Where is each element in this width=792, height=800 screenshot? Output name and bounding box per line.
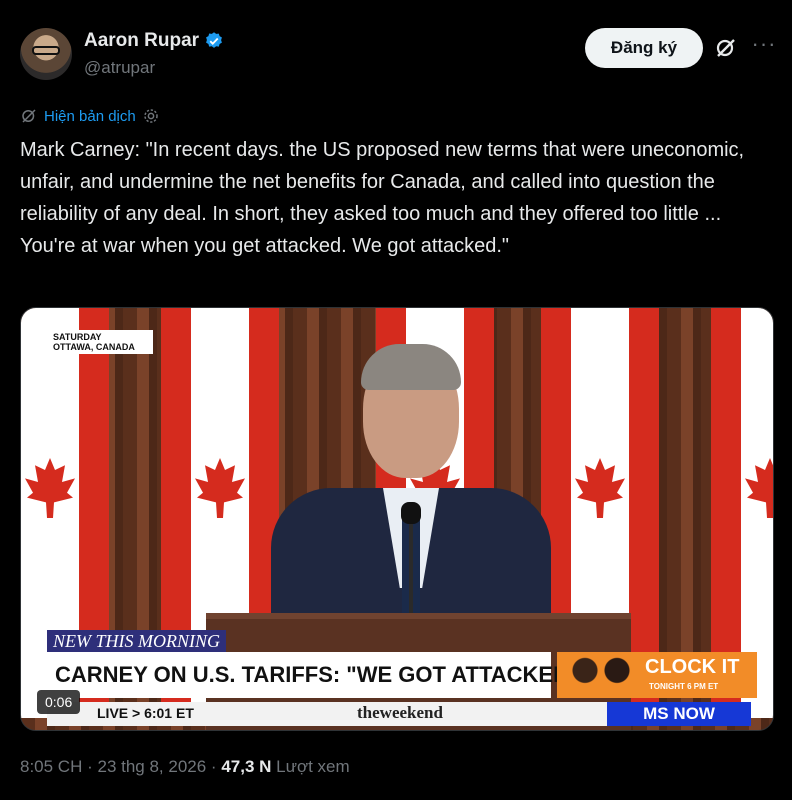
post-date[interactable]: 23 thg 8, 2026	[97, 757, 206, 776]
news-headline: CARNEY ON U.S. TARIFFS: "WE GOT ATTACKED…	[47, 652, 579, 698]
show-translation-row[interactable]: Hiện bản dịch	[20, 105, 160, 127]
live-indicator: LIVE > 6:01 ET	[97, 705, 194, 721]
promo-time: TONIGHT 6 PM ET	[649, 682, 719, 691]
more-icon[interactable]: ···	[750, 30, 778, 58]
meta-separator: ·	[82, 757, 98, 776]
promo-title: CLOCK IT	[645, 656, 740, 678]
avatar-glasses	[32, 46, 60, 55]
show-brand: theweekend	[357, 703, 443, 722]
verified-badge-icon	[206, 32, 222, 48]
promo-hosts	[561, 652, 641, 698]
grok-icon[interactable]	[714, 36, 738, 60]
location-tag: SATURDAY OTTAWA, CANADA	[49, 330, 153, 354]
new-this-morning-badge: NEW THIS MORNING	[47, 630, 226, 652]
author-handle[interactable]: @atrupar	[84, 58, 155, 78]
gear-icon[interactable]	[142, 107, 160, 125]
post-time[interactable]: 8:05 CH	[20, 757, 82, 776]
subscribe-button[interactable]: Đăng ký	[585, 28, 703, 68]
network-logo: MS NOW	[607, 702, 751, 726]
translate-grok-icon	[22, 109, 36, 123]
views-label: Lượt xem	[271, 757, 350, 776]
meta-separator: ·	[206, 757, 222, 776]
location-day: SATURDAY	[53, 332, 102, 342]
tweet-meta: 8:05 CH · 23 thg 8, 2026 · 47,3 N Lượt x…	[20, 757, 350, 777]
tweet-text: Mark Carney: "In recent days. the US pro…	[20, 139, 745, 257]
views-count: 47,3 N	[221, 757, 272, 776]
video-timecode: 0:06	[37, 690, 81, 714]
microphone-icon	[401, 502, 421, 524]
video-player[interactable]: SATURDAY OTTAWA, CANADA NEW THIS MORNING…	[20, 307, 774, 731]
show-translation-link[interactable]: Hiện bản dịch	[44, 108, 136, 125]
tweet-header: Aaron Rupar @atrupar Đăng ký ···	[20, 24, 776, 84]
avatar[interactable]	[20, 28, 72, 80]
show-promo: CLOCK IT TONIGHT 6 PM ET	[557, 652, 757, 698]
news-ticker: LIVE > 6:01 ET theweekend MS NOW	[47, 702, 751, 726]
author-name[interactable]: Aaron Rupar	[84, 30, 199, 52]
location-city: OTTAWA, CANADA	[53, 342, 135, 352]
